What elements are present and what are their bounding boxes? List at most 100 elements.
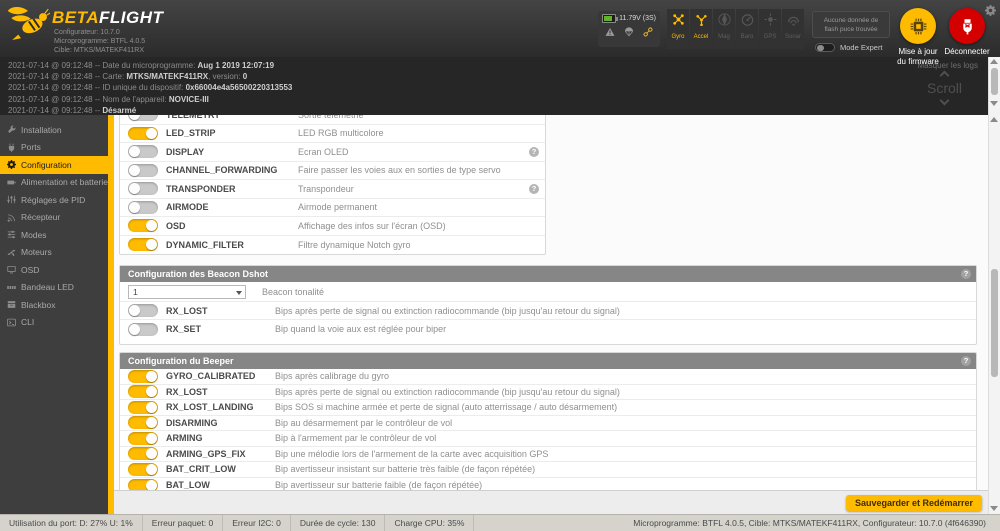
feature-description: Bips après perte de signal ou extinction… (275, 305, 620, 316)
toggle-dynamic-filter[interactable] (128, 238, 158, 252)
toggle-knob (129, 183, 140, 195)
log-scroll-up-arrow[interactable] (990, 59, 998, 64)
sensor-button-gps[interactable]: GPS (759, 9, 781, 49)
version-line: Cible: MTKS/MATEKF411RX (54, 47, 144, 54)
sidebar-item-osd[interactable]: OSD (0, 261, 108, 279)
sidebar-item-cli[interactable]: CLI (0, 314, 108, 332)
content-footer: Sauvegarder et Redémarrer (114, 490, 988, 514)
wrench-icon (8, 125, 16, 134)
feature-description: Ecran OLED (298, 146, 349, 157)
beeper-title: Configuration du Beeper ? (120, 353, 976, 369)
battery-icon (7, 180, 16, 185)
help-icon[interactable]: ? (529, 147, 539, 157)
toggle-rx-set[interactable] (128, 322, 158, 336)
toggle-knob (129, 164, 140, 176)
log-scroll-down-arrow[interactable] (990, 101, 998, 106)
feature-name: DYNAMIC_FILTER (166, 239, 244, 250)
toggle-knob (129, 146, 140, 158)
beacon-tone-label: Beacon tonalité (262, 286, 325, 297)
toggle-transponder[interactable] (128, 182, 158, 196)
beeper-box: Configuration du Beeper ? GYRO_CALIBRATE… (119, 352, 977, 490)
sensor-button-gyro[interactable]: Gyro (667, 9, 689, 49)
sidebar-item-ports[interactable]: Ports (0, 139, 108, 157)
toggle-row-arming-gps-fix: ARMING_GPS_FIX Bip une mélodie lors de l'… (120, 447, 976, 462)
sensor-button-baro[interactable]: Baro (736, 9, 758, 49)
feature-description: LED RGB multicolore (298, 128, 384, 139)
sidebar-item-r-glages-de-pid[interactable]: Réglages de PID (0, 191, 108, 209)
feature-name: CHANNEL_FORWARDING (166, 165, 278, 176)
gps-icon (764, 13, 776, 26)
toggle-row-arming: ARMING Bip à l'armement par le contrôleur… (120, 431, 976, 447)
toggle-display[interactable] (128, 145, 158, 159)
sidebar-item-modes[interactable]: Modes (0, 226, 108, 244)
main-scroll-down-arrow[interactable] (990, 506, 998, 511)
sidebar-item-label: Alimentation et batterie (21, 177, 108, 188)
toggle-rx-lost[interactable] (128, 385, 158, 399)
disconnect-button[interactable]: Déconnecter (942, 8, 992, 57)
log-scrollbar-thumb[interactable] (991, 68, 998, 95)
dshot-beacon-title: Configuration des Beacon Dshot ? (120, 266, 976, 282)
main-scrollbar-thumb[interactable] (991, 269, 998, 377)
sidebar-item-moteurs[interactable]: Moteurs (0, 244, 108, 262)
save-and-reboot-button[interactable]: Sauvegarder et Redémarrer (845, 495, 982, 511)
sidebar-item-alimentation-et-batterie[interactable]: Alimentation et batterie (0, 174, 108, 192)
toggle-channel-forwarding[interactable] (128, 163, 158, 177)
beacon-tone-select[interactable]: 1 (128, 284, 246, 299)
statusbar-item: Utilisation du port: D: 27% U: 1% (0, 515, 143, 531)
gear-icon (7, 160, 16, 170)
expert-mode-toggle[interactable] (815, 43, 835, 52)
sidebar-item-installation[interactable]: Installation (0, 121, 108, 139)
statusbar-firmware-info: Microprogramme: BTFL 4.0.5, Cible: MTKS/… (633, 518, 986, 528)
sidebar: Installation Ports Configuration Alimentati… (0, 115, 108, 514)
toggle-disarming[interactable] (128, 416, 158, 430)
baro-icon (741, 14, 753, 26)
toggle-rx-lost[interactable] (128, 304, 158, 317)
toggle-knob (146, 127, 157, 139)
toggle-arming-gps-fix[interactable] (128, 447, 158, 461)
configuration-tab-content: TELEMETRYSortie télémétrie LED_STRIP LED R… (114, 115, 988, 490)
help-icon[interactable]: ? (961, 356, 971, 366)
link-icon (643, 27, 653, 37)
toggle-led-strip[interactable] (128, 126, 158, 140)
toggle-telemetry[interactable] (128, 115, 158, 122)
toggle-knob (129, 305, 140, 316)
warning-icon (605, 28, 615, 36)
firmware-update-button[interactable]: Mise à jour du firmware (897, 8, 939, 66)
feature-description: Bip avertisseur sur batterie faible (de … (275, 480, 483, 490)
blackbox-icon (7, 301, 16, 309)
sensor-button-sonar[interactable]: Sonar (782, 9, 804, 49)
feature-name: AIRMODE (166, 202, 209, 213)
log-scroll-indicator[interactable]: Scroll (927, 70, 962, 106)
toggle-airmode[interactable] (128, 200, 158, 214)
main-scroll-up-arrow[interactable] (990, 117, 998, 122)
log-entry: 2021-07-14 @ 09:12:48 -- ID unique du di… (8, 83, 293, 93)
toggle-bat-crit-low[interactable] (128, 462, 158, 476)
toggle-bat-low[interactable] (128, 478, 158, 490)
sidebar-item-r-cepteur[interactable]: Récepteur (0, 209, 108, 227)
toggle-arming[interactable] (128, 431, 158, 445)
feature-name: RX_LOST (166, 305, 208, 316)
sidebar-item-bandeau-led[interactable]: Bandeau LED (0, 279, 108, 297)
sidebar-item-blackbox[interactable]: Blackbox (0, 296, 108, 314)
feature-name: DISARMING (166, 417, 218, 428)
sidebar-item-label: Installation (21, 124, 62, 135)
sensor-button-accel[interactable]: Accel (690, 9, 712, 49)
feature-name: RX_LOST (166, 386, 208, 397)
help-icon[interactable]: ? (529, 184, 539, 194)
feature-description: Faire passer les voies aux en sorties de… (298, 165, 501, 176)
toggle-row-channel-forwarding: CHANNEL_FORWARDING Faire passer les voies… (120, 162, 545, 180)
toggle-gyro-calibrated[interactable] (128, 369, 158, 383)
help-icon[interactable]: ? (961, 269, 971, 279)
version-info: Configurateur: 10.7.0 Microprogramme: BTF… (54, 28, 145, 55)
sidebar-item-configuration[interactable]: Configuration (0, 156, 108, 174)
dataflash-button[interactable]: Aucune donnée de flash puce trouvée (812, 11, 890, 38)
toggle-rx-lost-landing[interactable] (128, 400, 158, 414)
dshot-beacon-box: Configuration des Beacon Dshot ? 1 Beaco… (119, 265, 977, 345)
feature-description: Bip au désarmement par le contrôleur de … (275, 417, 453, 428)
toggle-osd[interactable] (128, 219, 158, 233)
feature-description: Airmode permanent (298, 202, 378, 213)
feature-name: BAT_CRIT_LOW (166, 464, 236, 475)
sensor-button-mag[interactable]: Mag (713, 9, 735, 49)
expert-mode-label: Mode Expert (840, 43, 883, 52)
feature-name: ARMING_GPS_FIX (166, 448, 246, 459)
